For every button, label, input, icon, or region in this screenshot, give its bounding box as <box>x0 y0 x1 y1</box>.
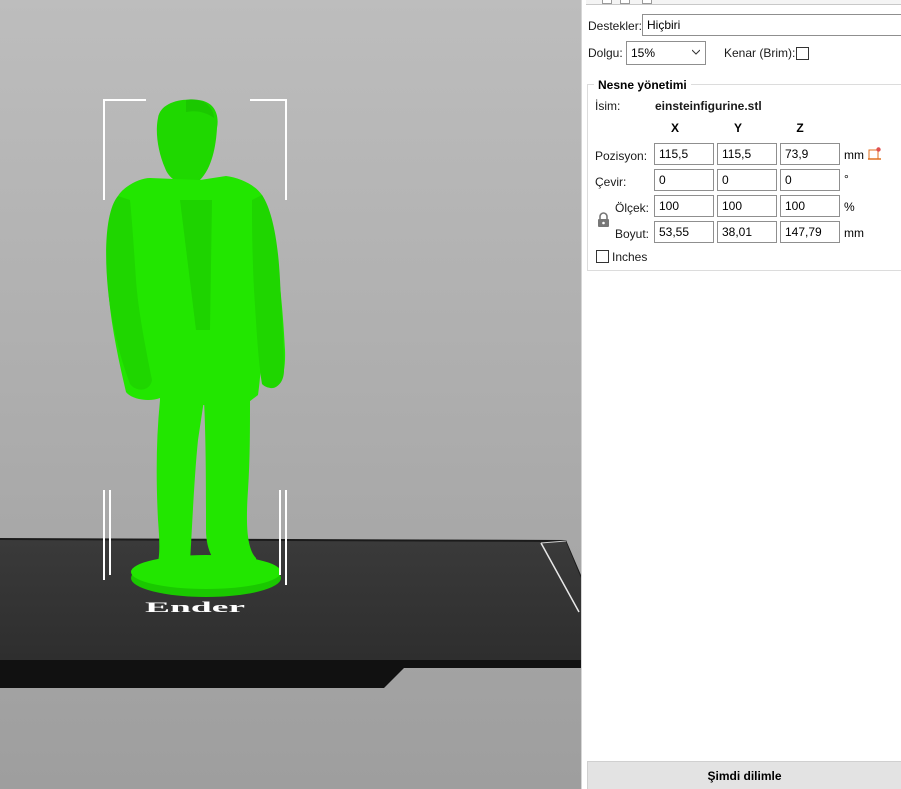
size-unit: mm <box>844 226 864 240</box>
inches-checkbox[interactable] <box>596 250 609 263</box>
position-x-input[interactable]: 115,5 <box>654 143 714 165</box>
size-label: Boyut: <box>615 227 650 241</box>
position-y-input[interactable]: 115,5 <box>717 143 777 165</box>
position-label: Pozisyon: <box>595 149 648 163</box>
supports-select[interactable]: Hiçbiri <box>642 14 901 36</box>
scale-y-input[interactable]: 100 <box>717 195 777 217</box>
print-bed <box>0 538 581 688</box>
axis-header-x: X <box>670 121 679 135</box>
scale-z-input[interactable]: 100 <box>780 195 840 217</box>
toolbar-icon[interactable] <box>642 0 652 4</box>
supports-label: Destekler: <box>588 19 643 33</box>
drop-to-bed-icon[interactable] <box>868 146 882 160</box>
name-label: İsim: <box>595 99 621 113</box>
infill-label: Dolgu: <box>588 46 623 60</box>
size-y-input[interactable]: 38,01 <box>717 221 777 243</box>
settings-panel: Destekler: Hiçbiri Dolgu: 15% Kenar (Bri… <box>581 0 901 789</box>
brim-checkbox[interactable] <box>796 47 809 60</box>
scale-x-input[interactable]: 100 <box>654 195 714 217</box>
size-x-input[interactable]: 53,55 <box>654 221 714 243</box>
rotate-unit: ° <box>844 172 849 186</box>
brim-label: Kenar (Brim): <box>724 46 796 60</box>
scale-unit: % <box>844 200 855 214</box>
size-z-input[interactable]: 147,79 <box>780 221 840 243</box>
model-figurine[interactable] <box>106 99 286 597</box>
position-z-input[interactable]: 73,9 <box>780 143 840 165</box>
axis-header-z: Z <box>796 121 804 135</box>
slice-now-button[interactable]: Şimdi dilimle <box>587 761 901 789</box>
3d-viewport[interactable]: Ender <box>0 0 581 789</box>
infill-value: 15% <box>631 46 656 60</box>
rotate-z-input[interactable]: 0 <box>780 169 840 191</box>
panel-top-toolbar <box>586 0 901 5</box>
chevron-down-icon <box>692 49 700 55</box>
viewport-scene: Ender <box>0 99 581 688</box>
object-management-title: Nesne yönetimi <box>594 78 691 92</box>
infill-select[interactable]: 15% <box>626 41 706 65</box>
rotate-x-input[interactable]: 0 <box>654 169 714 191</box>
toolbar-icon[interactable] <box>620 0 630 4</box>
inches-label: Inches <box>612 250 648 264</box>
rotate-label: Çevir: <box>595 175 627 189</box>
bed-logo: Ender <box>145 599 245 615</box>
position-unit: mm <box>844 148 864 162</box>
file-name: einsteinfigurine.stl <box>655 99 762 113</box>
lock-icon[interactable] <box>597 212 610 228</box>
toolbar-icon[interactable] <box>602 0 612 4</box>
rotate-y-input[interactable]: 0 <box>717 169 777 191</box>
axis-header-y: Y <box>733 121 742 135</box>
scale-label: Ölçek: <box>615 201 650 215</box>
